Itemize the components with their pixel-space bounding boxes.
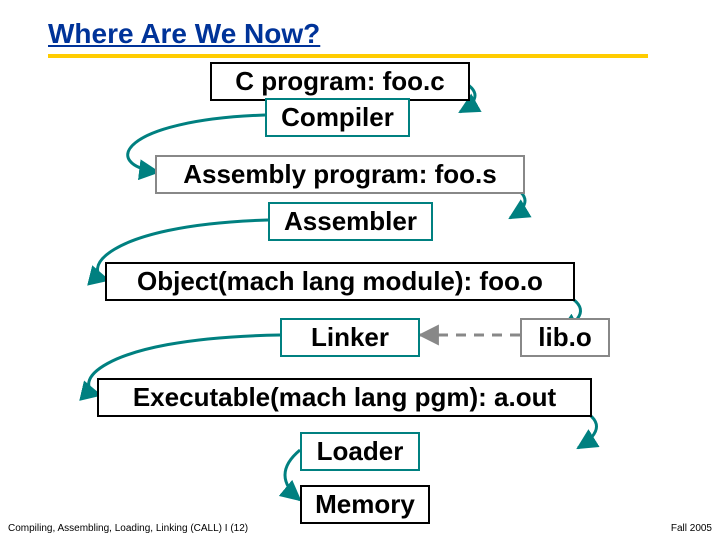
- box-lib: lib.o: [520, 318, 610, 357]
- box-memory: Memory: [300, 485, 430, 524]
- box-linker: Linker: [280, 318, 420, 357]
- box-assembly: Assembly program: foo.s: [155, 155, 525, 194]
- box-executable: Executable(mach lang pgm): a.out: [97, 378, 592, 417]
- box-object: Object(mach lang module): foo.o: [105, 262, 575, 301]
- box-assembler: Assembler: [268, 202, 433, 241]
- footer-left: Compiling, Assembling, Loading, Linking …: [8, 523, 248, 534]
- box-loader: Loader: [300, 432, 420, 471]
- box-c-program: C program: foo.c: [210, 62, 470, 101]
- slide: Where Are We Now? C program: foo: [0, 0, 720, 540]
- title-underline: [48, 54, 648, 58]
- box-compiler: Compiler: [265, 98, 410, 137]
- footer-right: Fall 2005: [671, 523, 712, 534]
- slide-title: Where Are We Now?: [48, 18, 320, 54]
